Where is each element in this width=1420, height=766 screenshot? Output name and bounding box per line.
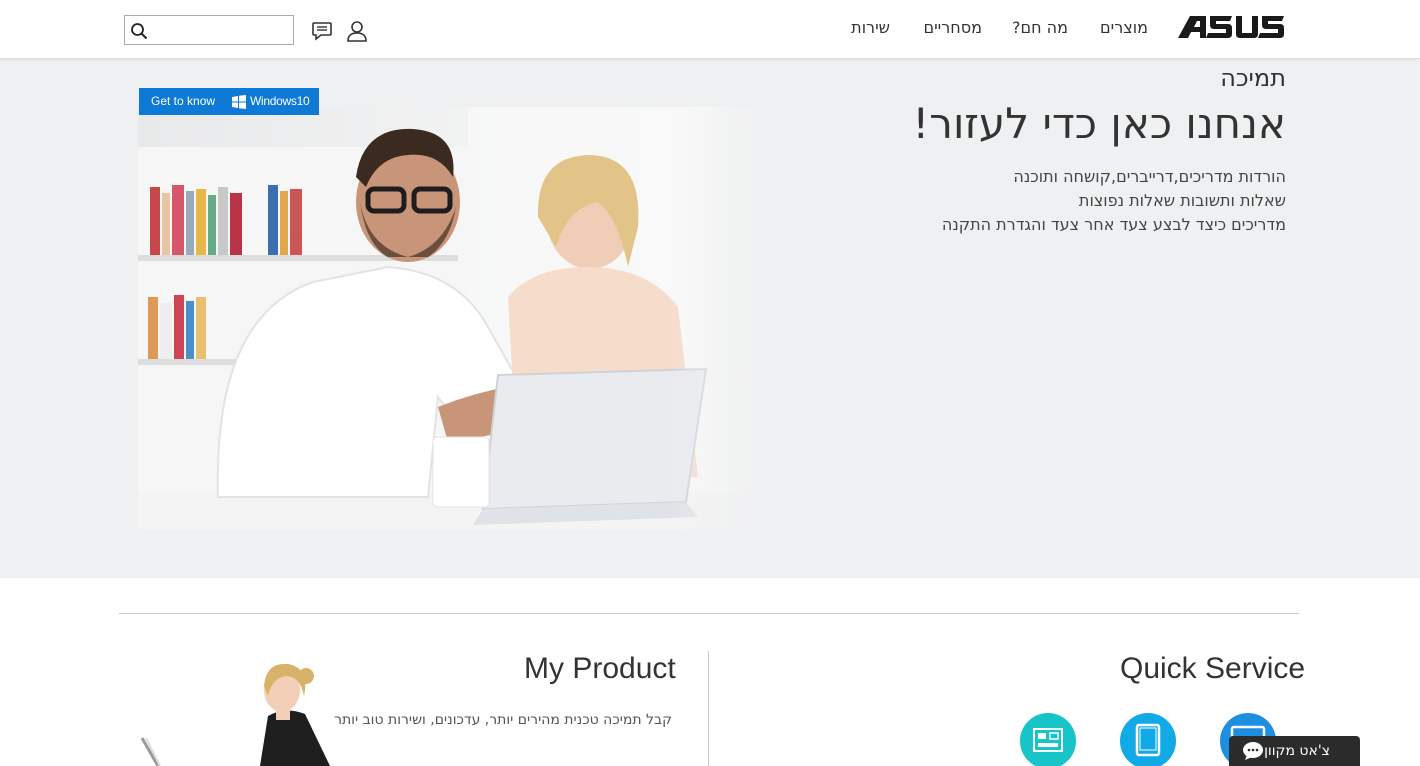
site-header: מוצרים מה חם? מסחריים שירות: [0, 0, 1420, 59]
chat-message-icon[interactable]: [311, 20, 333, 42]
hero-subtitle: תמיכה: [1220, 64, 1286, 92]
search-input[interactable]: [153, 19, 287, 41]
search-box[interactable]: [124, 15, 294, 45]
user-account-icon[interactable]: [346, 20, 368, 42]
tablet-icon[interactable]: [1120, 713, 1176, 766]
section-divider: [119, 613, 1299, 614]
windows10-badge[interactable]: Get to know Windows10: [139, 88, 319, 115]
my-product-person-image: [140, 663, 330, 766]
hero-line-howto[interactable]: מדריכים כיצד לבצע צעד אחר צעד והגדרת התק…: [942, 215, 1286, 234]
hero-title: אנחנו כאן כדי לעזור!: [912, 99, 1286, 148]
hero-line-downloads[interactable]: הורדות מדריכים,דרייברים,קושחה ותוכנה: [1013, 167, 1286, 186]
nav-products[interactable]: מוצרים: [1100, 18, 1148, 40]
live-chat-label: צ'אט מקוון: [1264, 743, 1330, 759]
column-divider: [708, 651, 709, 766]
nav-service[interactable]: שירות: [851, 18, 890, 40]
windows-logo-icon: [232, 95, 246, 109]
badge-prefix: Get to know: [151, 94, 216, 108]
motherboard-icon[interactable]: [1020, 713, 1076, 766]
hero-photo-people-laptop: [138, 107, 762, 529]
my-product-description: קבל תמיכה טכנית מהירים יותר, עדכונים, וש…: [334, 712, 672, 728]
nav-business[interactable]: מסחריים: [923, 18, 982, 40]
support-hero: Get to know Windows10 תמיכה אנחנו כאן כד…: [0, 59, 1420, 578]
quick-service-title: Quick Service: [1120, 652, 1306, 685]
search-icon[interactable]: [130, 22, 148, 40]
chat-bubble-icon: [1243, 742, 1263, 760]
asus-logo[interactable]: [1176, 14, 1286, 40]
badge-product: Windows10: [250, 94, 310, 108]
my-product-title: My Product: [524, 652, 676, 685]
hero-line-faq[interactable]: שאלות ותשובות שאלות נפוצות: [1079, 191, 1286, 210]
live-chat-button[interactable]: צ'אט מקוון: [1229, 736, 1360, 766]
nav-whats-hot[interactable]: מה חם?: [1012, 18, 1068, 40]
